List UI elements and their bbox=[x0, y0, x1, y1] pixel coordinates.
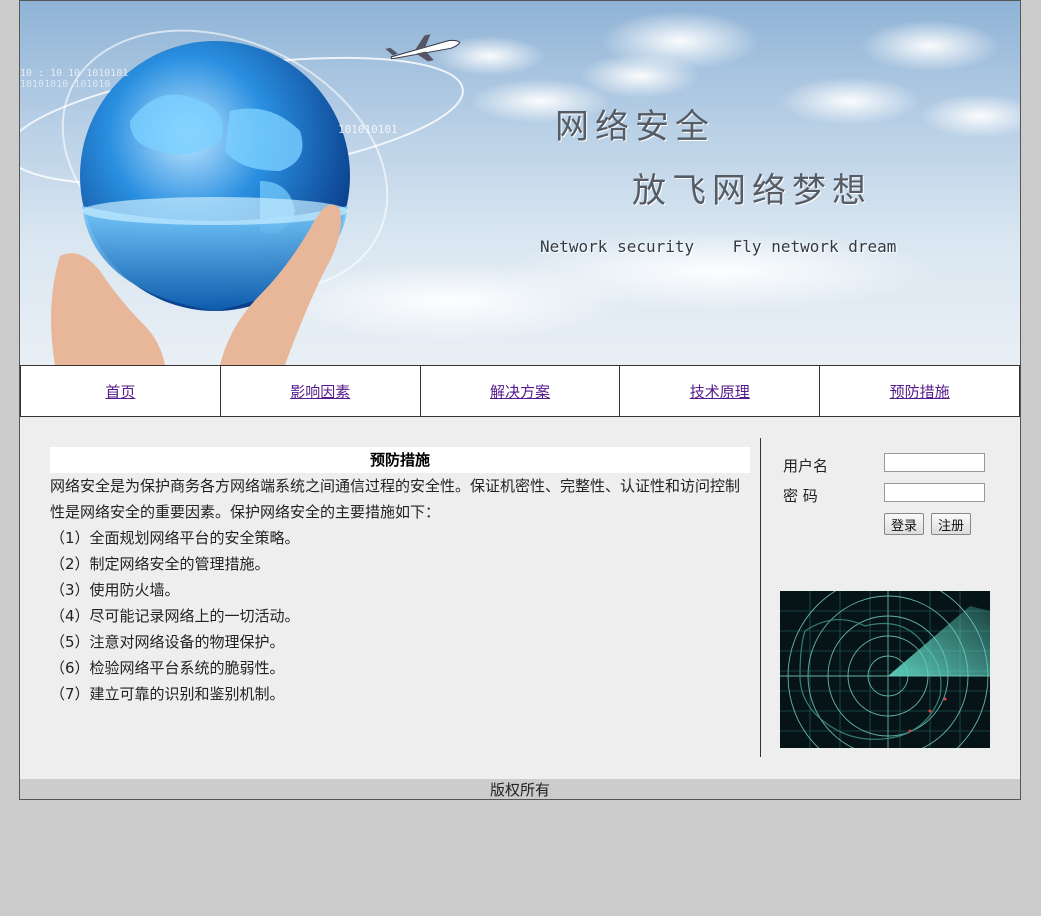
banner-english-slogan: Network security Fly network dream bbox=[540, 237, 897, 256]
nav-item-home[interactable]: 首页 bbox=[20, 365, 221, 417]
article-item: （3）使用防火墙。 bbox=[50, 581, 180, 599]
svg-text:10101010 101010: 10101010 101010 bbox=[20, 79, 110, 90]
username-input[interactable] bbox=[884, 453, 985, 472]
nav-item-solutions[interactable]: 解决方案 bbox=[420, 365, 621, 417]
article-item: （7）建立可靠的识别和鉴别机制。 bbox=[50, 685, 285, 703]
nav-item-principles[interactable]: 技术原理 bbox=[620, 365, 821, 417]
password-label: 密 码 bbox=[783, 487, 818, 505]
username-label: 用户名 bbox=[783, 457, 829, 475]
article-item: （2）制定网络安全的管理措施。 bbox=[50, 555, 270, 573]
page-container: 10 : 10 10 1010101 10101010 101010 10101… bbox=[19, 0, 1021, 800]
article-item: （5）注意对网络设备的物理保护。 bbox=[50, 633, 285, 651]
banner-title: 网络安全 bbox=[555, 107, 715, 147]
radar-image bbox=[780, 591, 990, 748]
login-button[interactable]: 登录 bbox=[884, 513, 925, 535]
article-item: （6）检验网络平台系统的脆弱性。 bbox=[50, 659, 285, 677]
main-nav: 首页 影响因素 解决方案 技术原理 预防措施 bbox=[20, 365, 1020, 417]
nav-item-prevention[interactable]: 预防措施 bbox=[820, 365, 1020, 417]
radar-graphic bbox=[780, 591, 990, 748]
password-input[interactable] bbox=[884, 483, 985, 502]
footer-copyright: 版权所有 bbox=[20, 779, 1020, 799]
vertical-divider bbox=[760, 438, 761, 757]
register-button[interactable]: 注册 bbox=[931, 513, 972, 535]
banner: 10 : 10 10 1010101 10101010 101010 10101… bbox=[20, 1, 1020, 365]
article-item: （4）尽可能记录网络上的一切活动。 bbox=[50, 607, 300, 625]
article-item: （1）全面规划网络平台的安全策略。 bbox=[50, 529, 300, 547]
article: 预防措施 网络安全是为保护商务各方网络端系统之间通信过程的安全性。保证机密性、完… bbox=[50, 447, 750, 707]
article-title: 预防措施 bbox=[50, 447, 750, 473]
banner-subtitle: 放飞网络梦想 bbox=[632, 171, 872, 211]
article-intro: 网络安全是为保护商务各方网络端系统之间通信过程的安全性。保证机密性、完整性、认证… bbox=[50, 477, 741, 521]
svg-text:101010101: 101010101 bbox=[338, 123, 398, 136]
nav-item-factors[interactable]: 影响因素 bbox=[220, 365, 421, 417]
svg-text:10 : 10 10 1010101: 10 : 10 10 1010101 bbox=[20, 68, 128, 79]
